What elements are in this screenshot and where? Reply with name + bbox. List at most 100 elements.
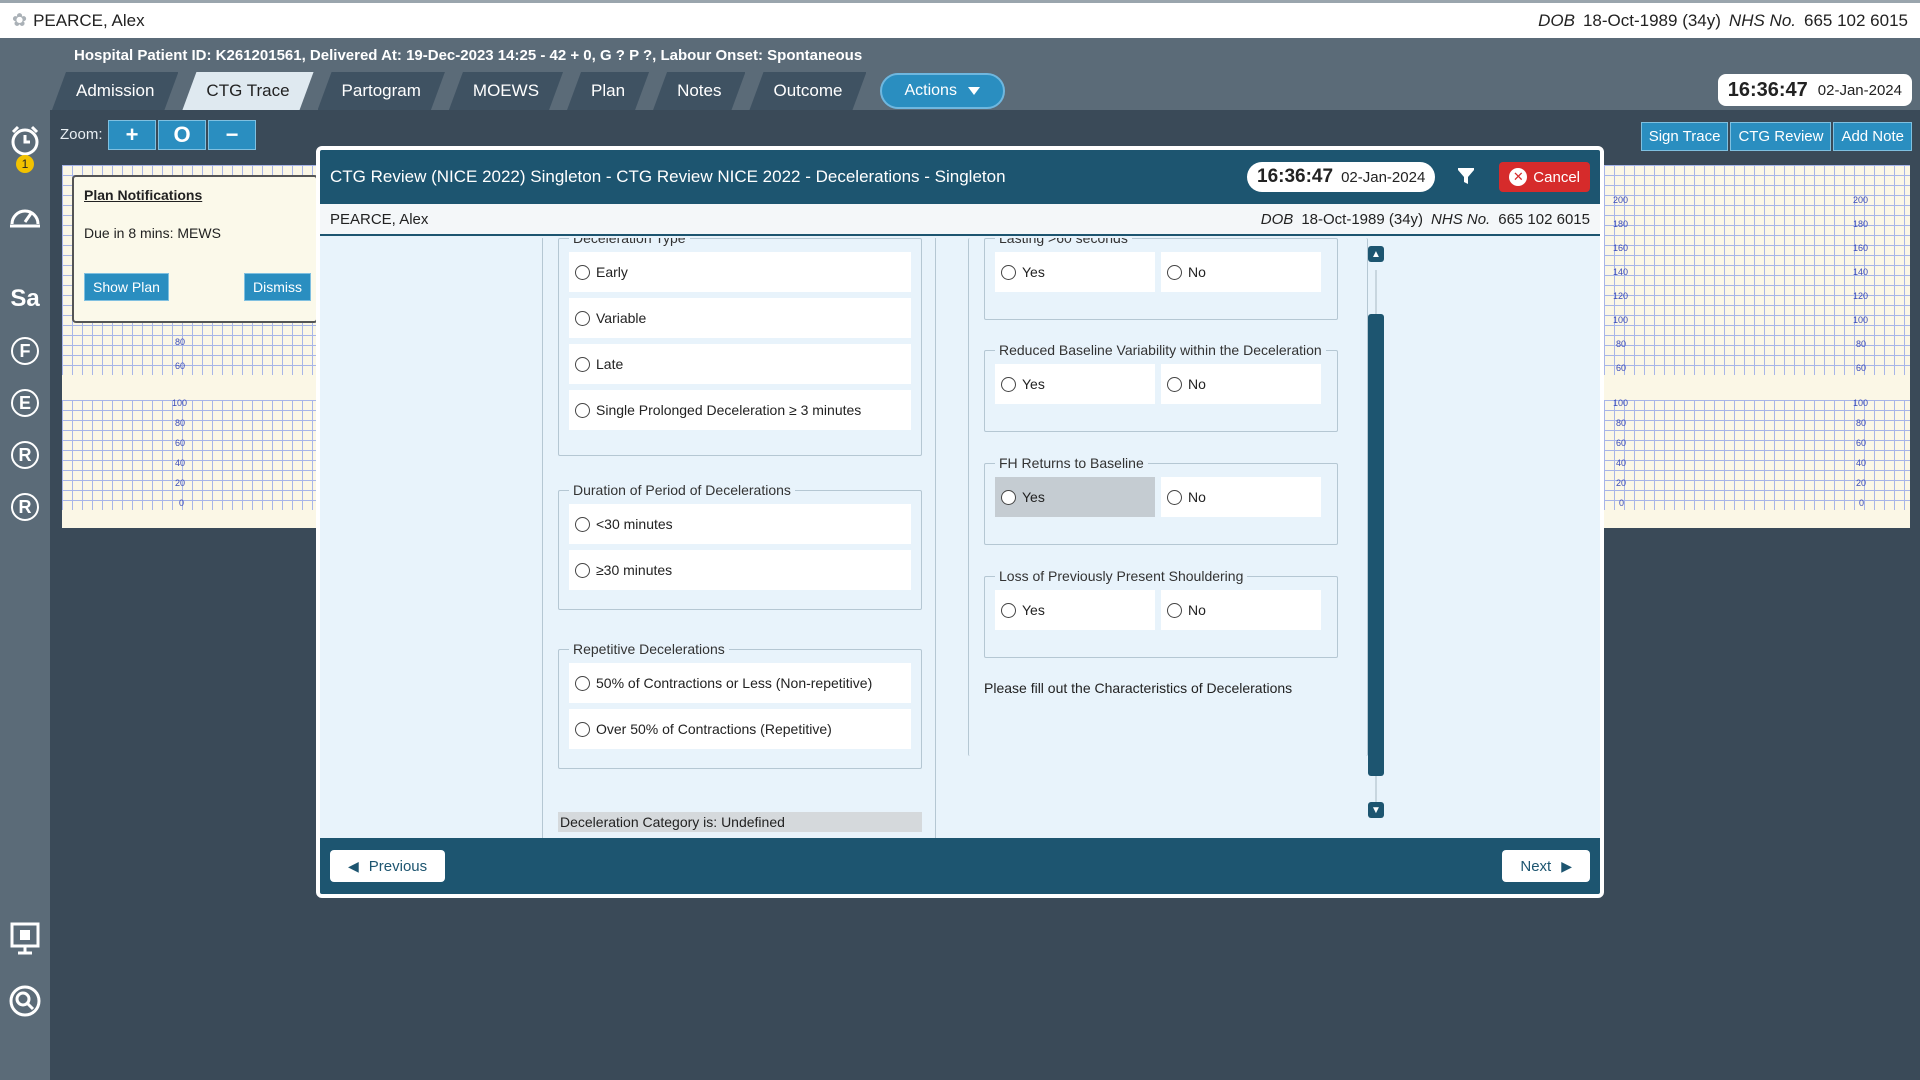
shouldering-legend: Loss of Previously Present Shouldering [999,568,1244,584]
grid-scale-label: 140 [1853,267,1869,277]
deceleration-type-legend: Deceleration Type [573,238,686,246]
sidebar-letter-sa[interactable]: Sa [6,280,44,318]
scroll-down-icon[interactable]: ▼ [1368,802,1384,818]
chevron-down-icon [967,87,980,95]
notification-message: Due in 8 mins: MEWS [84,225,221,241]
radio-single-prolonged[interactable]: Single Prolonged Deceleration ≥ 3 minute… [569,390,911,430]
radio-under-30-minutes[interactable]: <30 minutes [569,504,911,544]
grid-scale-label: 100 [1853,315,1869,325]
actions-label: Actions [904,82,957,99]
repetitive-legend: Repetitive Decelerations [573,641,725,657]
radio-lasting-yes[interactable]: Yes [995,252,1155,292]
scrollbar[interactable]: ▲ ▼ [1366,246,1386,826]
grid-scale-label: 200 [1853,195,1869,205]
grid-scale-label: 40 [175,458,186,468]
tab-moews[interactable]: MOEWS [449,72,563,110]
notification-badge: 1 [16,155,34,173]
radio-reduced-variability-no[interactable]: No [1161,364,1321,404]
radio-circle [1001,376,1016,392]
grid-scale-label: 60 [175,361,186,371]
tab-partogram[interactable]: Partogram [318,72,445,110]
radio-circle [575,356,590,372]
option-label: Variable [596,310,647,326]
dialog-dob-label: DOB [1260,210,1294,228]
grid-scale-label: 80 [1616,418,1627,428]
tab-notes[interactable]: Notes [653,72,745,110]
radio-early[interactable]: Early [569,252,911,292]
zoom-in-button[interactable]: + [108,120,156,150]
radio-fh-returns-no[interactable]: No [1161,477,1321,517]
radio-repetitive[interactable]: Over 50% of Contractions (Repetitive) [569,709,911,749]
tab-plan[interactable]: Plan [567,72,649,110]
option-label: Yes [1022,264,1045,280]
radio-variable[interactable]: Variable [569,298,911,338]
sidebar-letter-e[interactable]: E [6,384,44,422]
notification-title: Plan Notifications [84,187,203,203]
lasting-legend: Lasting >60 seconds [999,238,1128,246]
grid-scale-label: 140 [1613,267,1629,277]
dialog-patient-bar: PEARCE, Alex DOB 18-Oct-1989 (34y) NHS N… [320,204,1600,236]
ctg-review-button[interactable]: CTG Review [1730,122,1832,151]
grid-scale-label: 60 [1856,363,1867,373]
dismiss-button[interactable]: Dismiss [244,273,311,301]
scrollbar-thumb[interactable] [1368,314,1384,776]
zoom-reset-button[interactable]: O [158,120,206,150]
gear-icon[interactable]: ✿ [12,10,27,31]
filter-icon[interactable] [1457,168,1475,186]
tab-outcome[interactable]: Outcome [749,72,866,110]
dashboard-gauge-icon[interactable] [6,198,44,236]
zoom-out-button[interactable]: − [208,120,256,150]
option-label: No [1188,489,1206,505]
search-icon[interactable] [6,982,44,1020]
radio-late[interactable]: Late [569,344,911,384]
grid-scale-label: 40 [1856,458,1867,468]
add-note-button[interactable]: Add Note [1833,122,1912,151]
deceleration-category: Deceleration Category is: Undefined [558,812,922,832]
sidebar-letter-e-label: E [11,389,39,417]
option-label: No [1188,376,1206,392]
arrow-right-icon: ▶ [1561,857,1572,874]
radio-non-repetitive[interactable]: 50% of Contractions or Less (Non-repetit… [569,663,911,703]
dialog-nhs-label: NHS No. [1431,210,1491,228]
scroll-up-icon[interactable]: ▲ [1368,246,1384,262]
sidebar-letter-f[interactable]: F [6,332,44,370]
duration-group: Duration of Period of Decelerations <30 … [558,482,922,610]
option-label: Early [596,264,628,280]
radio-shouldering-no[interactable]: No [1161,590,1321,630]
sidebar-letter-f-label: F [11,337,39,365]
monitor-icon[interactable] [6,920,44,958]
show-plan-button[interactable]: Show Plan [84,273,169,301]
dialog-footer: ◀ Previous Next ▶ [320,838,1600,894]
tab-ctg-trace[interactable]: CTG Trace [182,72,313,110]
radio-fh-returns-yes[interactable]: Yes [995,477,1155,517]
radio-circle [575,516,590,532]
radio-lasting-no[interactable]: No [1161,252,1321,292]
sidebar-letter-r2[interactable]: R [6,488,44,526]
grid-scale-label: 180 [1613,219,1629,229]
radio-shouldering-yes[interactable]: Yes [995,590,1155,630]
grid-scale-label: 20 [175,478,186,488]
tab-admission[interactable]: Admission [52,72,178,110]
next-button[interactable]: Next ▶ [1502,850,1590,882]
sign-trace-button[interactable]: Sign Trace [1640,122,1729,151]
close-icon: ✕ [1509,168,1528,186]
radio-reduced-variability-yes[interactable]: Yes [995,364,1155,404]
sidebar-letter-r1[interactable]: R [6,436,44,474]
fh-returns-group: FH Returns to Baseline Yes No [984,455,1338,545]
grid-scale-label: 60 [1616,438,1627,448]
actions-button[interactable]: Actions [880,73,1005,109]
radio-over-30-minutes[interactable]: ≥30 minutes [569,550,911,590]
dialog-title: CTG Review (NICE 2022) Singleton - CTG R… [330,167,1006,186]
dialog-nhs-value: 665 102 6015 [1498,210,1590,228]
cancel-button[interactable]: ✕ Cancel [1499,162,1590,192]
dialog-header: CTG Review (NICE 2022) Singleton - CTG R… [320,150,1600,204]
grid-scale-label: 80 [1616,339,1627,349]
grid-scale-label: 80 [1856,339,1867,349]
ctg-bottom-left [62,510,318,528]
radio-circle [1001,264,1016,280]
dialog-clock: 16:36:47 02-Jan-2024 [1247,162,1436,192]
previous-button[interactable]: ◀ Previous [330,850,446,882]
ctg-gap-left [62,375,318,400]
grid-scale-label: 120 [1853,291,1869,301]
nhs-label: NHS No. [1728,10,1796,30]
